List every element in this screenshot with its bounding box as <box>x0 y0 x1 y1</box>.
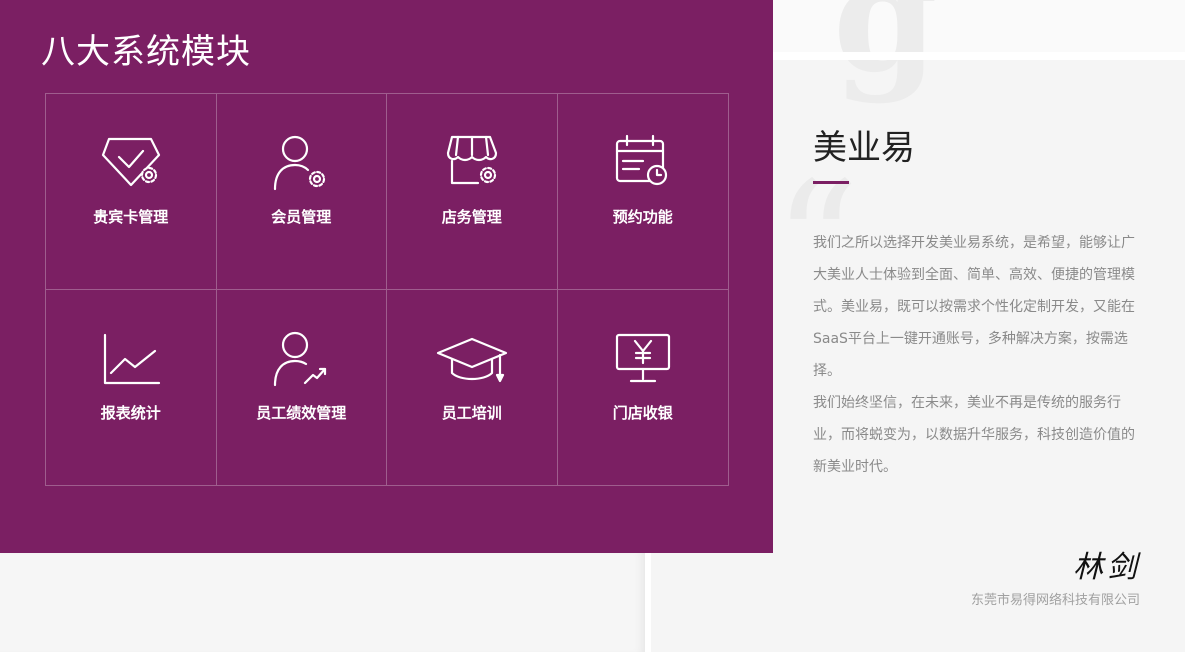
module-store[interactable]: 店务管理 <box>387 94 558 290</box>
module-label: 门店收银 <box>612 403 673 422</box>
module-label: 员工培训 <box>441 403 502 422</box>
module-booking[interactable]: 预约功能 <box>557 94 728 290</box>
module-training[interactable]: 员工培训 <box>387 289 558 485</box>
cash-register-icon <box>603 328 683 390</box>
module-performance[interactable]: 员工绩效管理 <box>217 289 387 485</box>
user-trend-icon <box>261 328 341 390</box>
about-title: 美业易 <box>813 128 915 168</box>
module-vip-card[interactable]: 贵宾卡管理 <box>46 94 217 290</box>
divider-line <box>773 52 1185 60</box>
bottom-divider <box>645 553 651 652</box>
top-strip: g <box>773 0 1185 106</box>
bottom-strip <box>0 553 645 652</box>
module-label: 店务管理 <box>441 208 502 226</box>
module-label: 预约功能 <box>612 208 673 226</box>
modules-grid: 贵宾卡管理 会员管理 店务管理 预约功能 报表统计 员工绩效管理 员工培训 门店… <box>45 93 729 486</box>
modules-title: 八大系统模块 <box>41 32 251 72</box>
module-member[interactable]: 会员管理 <box>216 94 387 290</box>
diamond-gear-icon <box>91 132 171 194</box>
graduation-cap-icon <box>432 328 512 390</box>
line-chart-icon <box>91 328 171 390</box>
user-gear-icon <box>261 132 341 194</box>
about-paragraph: 我们始终坚信，在未来，美业不再是传统的服务行业，而将蜕变为，以数据升华服务，科技… <box>813 395 1135 475</box>
module-cashier[interactable]: 门店收银 <box>558 290 729 486</box>
about-text: 我们之所以选择开发美业易系统，是希望，能够让广大美业人士体验到全面、简单、高效、… <box>813 227 1138 483</box>
calendar-clock-icon <box>603 132 683 194</box>
module-label: 会员管理 <box>271 208 332 226</box>
signature: 林剑 <box>1073 550 1141 585</box>
modules-panel: 八大系统模块 贵宾卡管理 会员管理 店务管理 预约功能 报表统计 员工绩效管理 … <box>0 0 773 553</box>
module-label: 员工绩效管理 <box>256 403 347 422</box>
about-paragraph: 我们之所以选择开发美业易系统，是希望，能够让广大美业人士体验到全面、简单、高效、… <box>813 235 1135 379</box>
module-label: 贵宾卡管理 <box>93 208 169 226</box>
module-reports[interactable]: 报表统计 <box>46 289 217 485</box>
company-name: 东莞市易得网络科技有限公司 <box>970 593 1140 608</box>
store-gear-icon <box>432 132 512 194</box>
title-accent-bar <box>813 181 849 184</box>
module-label: 报表统计 <box>100 403 161 422</box>
about-section: “ 美业易 我们之所以选择开发美业易系统，是希望，能够让广大美业人士体验到全面、… <box>773 60 1185 652</box>
